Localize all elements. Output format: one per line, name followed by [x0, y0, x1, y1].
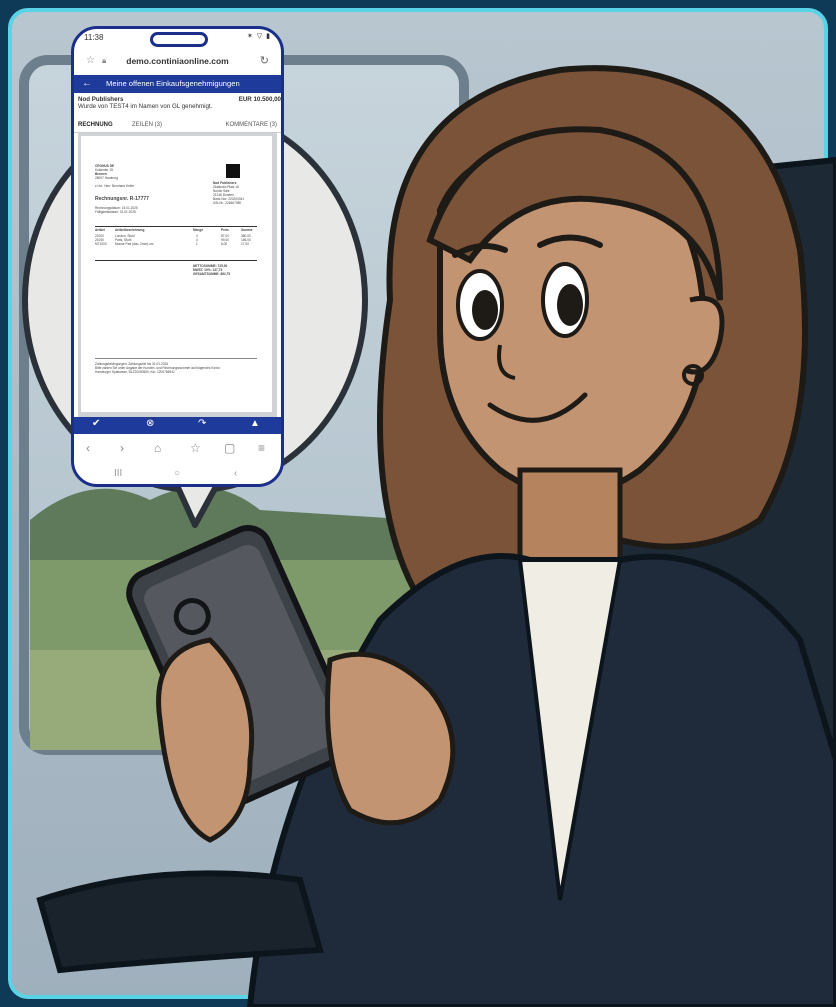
right-pupil [557, 284, 583, 326]
invoice-page: CRONUS DE Kollander 15 Bremen 28007 Hamb… [81, 136, 272, 412]
table-cell: MT1000 [95, 242, 107, 246]
sender-line: 28007 Hamburg [95, 176, 118, 180]
illustration: 11:38 ✶ ▽ ▮ ☆ 🔒︎ demo.continiaonline.com… [0, 0, 836, 1007]
back-arrow-icon[interactable]: ← [82, 78, 92, 89]
table-header-sum: Summe [241, 228, 253, 232]
table-header-price: Preis [221, 228, 229, 232]
footer-line: Hamburger Sparkasse, BLZ20050550, Kto. 1… [95, 370, 175, 374]
browser-back-icon[interactable]: ‹ [86, 441, 90, 455]
document-tabs: RECHNUNG ZEILEN (3) KOMMENTARE (3) [74, 120, 281, 133]
table-cell: 1 [196, 242, 198, 246]
app-title: Meine offenen Einkaufsgenehmigungen [106, 79, 240, 88]
status-icons: ✶ ▽ ▮ [247, 33, 271, 40]
phone-screenshot: 11:38 ✶ ▽ ▮ ☆ 🔒︎ demo.continiaonline.com… [71, 26, 284, 487]
table-header-desc: Artikelbezeichnung [115, 228, 145, 232]
browser-url-bar[interactable]: ☆ 🔒︎ demo.continiaonline.com ↻ [74, 51, 281, 73]
reject-icon[interactable]: ⊗ [146, 418, 154, 429]
contact-line: z.Hd.: Herr. Bernhard Keller [95, 184, 135, 188]
status-time: 11:38 [84, 33, 104, 42]
invoice-viewer: CRONUS DE Kollander 15 Bremen 28007 Hamb… [78, 133, 277, 417]
system-nav-bar: III ○ ‹ [74, 463, 281, 484]
table-bottom-rule [95, 260, 257, 261]
menu-icon[interactable]: ≡ [258, 441, 265, 455]
home-button-icon[interactable]: ○ [174, 468, 180, 479]
reload-icon[interactable]: ↻ [260, 54, 269, 67]
tab-lines[interactable]: ZEILEN (3) [132, 122, 162, 128]
table-cell: Mouse Pad (dau. 2mm) cm [115, 242, 154, 246]
status-bar: 11:38 ✶ ▽ ▮ [74, 29, 281, 49]
table-header-qty: Menge [193, 228, 204, 232]
due-date: Fälligkeitsdatum: 31.01.2025 [95, 210, 136, 214]
approval-actions: ✔ ⊗ ↷ ▲ [74, 417, 281, 434]
tabs-icon[interactable]: ▢ [224, 441, 235, 455]
footer-rule [95, 358, 257, 359]
system-back-icon[interactable]: ‹ [234, 468, 237, 479]
table-cell: 17,00 [241, 242, 249, 246]
recipient-line: USt-Nr.: 226467080 [213, 201, 242, 205]
browser-forward-icon[interactable]: › [120, 441, 124, 455]
total-line: GESAMTSUMME: 862,75 [193, 272, 231, 276]
warning-icon[interactable]: ▲ [250, 418, 260, 429]
vendor-amount: EUR 10.500,00 [238, 96, 281, 103]
approval-note: Wurde von TEST4 im Namen von GL genehmig… [78, 103, 213, 110]
company-logo [226, 164, 240, 178]
browser-nav-bar: ‹ › ⌂ ☆ ▢ ≡ [74, 435, 281, 463]
app-header: ← Meine offenen Einkaufsgenehmigungen [74, 75, 281, 93]
neck [517, 467, 623, 563]
check-icon[interactable]: ✔ [92, 418, 100, 429]
armrest [36, 870, 324, 974]
recent-apps-icon[interactable]: III [114, 468, 122, 479]
left-pupil [472, 290, 498, 330]
bookmarks-icon[interactable]: ☆ [190, 441, 201, 455]
table-cell: 8,00 [221, 242, 228, 246]
home-icon[interactable]: ⌂ [154, 441, 161, 455]
tab-comments[interactable]: KOMMENTARE (3) [225, 122, 277, 128]
table-header-item: Artikel [95, 228, 105, 232]
forward-icon[interactable]: ↷ [198, 418, 206, 429]
url-text[interactable]: demo.continiaonline.com [74, 56, 281, 66]
invoice-title: Rechnungsnr. R-17777 [95, 196, 149, 202]
table-top-rule [95, 226, 257, 227]
vendor-summary: Nod Publishers EUR 10.500,00 Wurde von T… [78, 96, 281, 110]
tab-invoice[interactable]: RECHNUNG [78, 122, 113, 128]
